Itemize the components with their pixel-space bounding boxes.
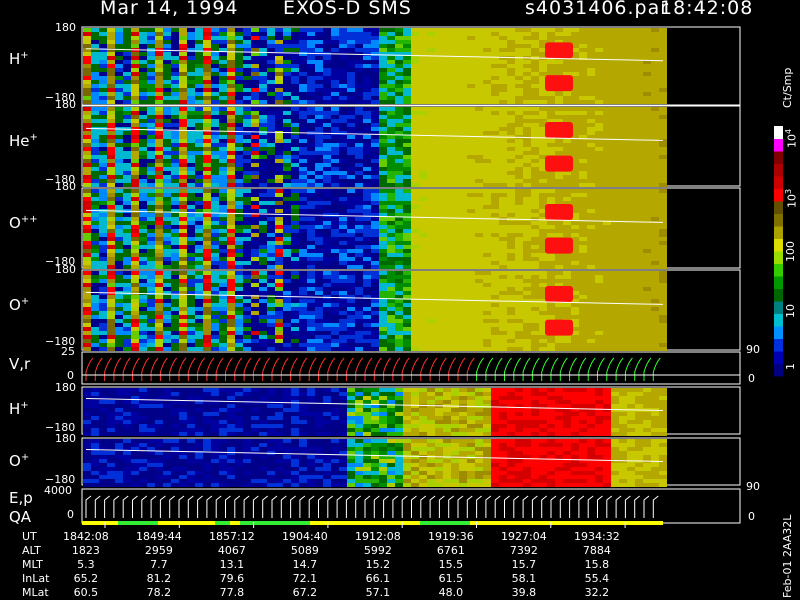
- ytick-h-top: 180: [55, 21, 76, 34]
- colorbar-segment-7: [774, 276, 783, 289]
- ytick-he-top: 180: [55, 98, 76, 111]
- ytick-ep-top: 4000: [44, 484, 72, 497]
- colorbar-unit: Ct/Smp: [781, 67, 794, 108]
- colorbar-segment-5: [774, 301, 783, 314]
- colorbar-label-10: 10: [784, 304, 797, 318]
- qa-strip: [82, 521, 663, 525]
- colorbar-segment-16: [774, 163, 783, 177]
- spectrogram-cells-h-plus: [83, 28, 667, 104]
- spectrogram-cells-o-plus: [83, 271, 667, 351]
- panel-label-h-plus-2: H+: [9, 400, 29, 418]
- ytick-vr-top: 25: [61, 345, 75, 358]
- colorbar-segment-4: [774, 313, 783, 327]
- hot-spot-o-pp-0: [545, 204, 573, 220]
- hot-spot-o-plus-1: [545, 319, 573, 336]
- colorbar-segment-14: [774, 188, 783, 202]
- colorbar-segment-6: [774, 288, 783, 302]
- qa-segment-0: [118, 521, 158, 525]
- colorbar-label-1: 1: [784, 363, 797, 370]
- panel-label-o-pp: O++: [9, 214, 38, 232]
- title-date: Mar 14, 1994: [100, 0, 239, 19]
- colorbar-segment-0: [774, 363, 783, 377]
- table-row: ALT 1823 2959 4067 5089 5992 6761 7392 7884: [22, 544, 611, 557]
- spectrogram-plot: [81, 26, 783, 528]
- colorbar-segment-1: [774, 351, 783, 364]
- panel-label-vr: V,r: [9, 355, 31, 373]
- rtick-vr-top: 90: [746, 343, 760, 356]
- panel-label-ep: E,p: [9, 489, 33, 507]
- ytick-op-top: 180: [55, 263, 76, 276]
- colorbar-segment-15: [774, 176, 783, 189]
- table-row: MLT 5.3 7.7 13.1 14.7 15.2 15.5 15.7 15.8: [22, 558, 610, 571]
- panel-label-o-plus-2: O+: [9, 452, 30, 470]
- ytick-ep-bot: 0: [67, 508, 74, 521]
- colorbar-label-1e4: 104: [784, 128, 799, 148]
- colorbar-segment-13: [774, 201, 783, 214]
- ytick-o2-top: 180: [55, 432, 76, 445]
- hot-spot-o-plus-0: [545, 286, 573, 302]
- table-row: MLat 60.5 78.2 77.8 67.2 57.1 48.0 39.8 32.2: [22, 586, 610, 599]
- colorbar-segment-18: [774, 138, 783, 152]
- colorbar-segment-12: [774, 213, 783, 227]
- title-instrument: EXOS-D SMS: [283, 0, 412, 19]
- table-row: UT 1842:08 1849:44 1857:12 1904:40 1912:08…: [22, 530, 620, 543]
- ytick-h2-top: 180: [55, 381, 76, 394]
- qa-segment-1: [215, 521, 230, 525]
- spectrogram-cells-he-plus: [83, 107, 667, 187]
- hot-spot-h-plus-1: [545, 75, 573, 92]
- hot-spot-he-plus-1: [545, 155, 573, 172]
- colorbar-label-100: 100: [784, 241, 797, 262]
- ytick-opp-top: 180: [55, 180, 76, 193]
- spectrogram-cells-o-pp: [83, 189, 667, 269]
- colorbar-segment-10: [774, 238, 783, 252]
- spectrogram-cells-h-plus-2: [83, 388, 667, 436]
- qa-segment-2: [240, 521, 310, 525]
- rtick-o2-top: 90: [746, 480, 760, 493]
- colorbar-segment-19: [774, 126, 783, 139]
- table-row: InLat 65.2 81.2 79.6 72.1 66.1 61.5 58.1 55.…: [22, 572, 610, 585]
- colorbar-label-1e3: 103: [784, 188, 799, 208]
- footer-side-label: Feb-01 2AA32L: [781, 514, 794, 598]
- rtick-ep-bot: 0: [748, 510, 755, 523]
- orbit-info-table: UT 1842:08 1849:44 1857:12 1904:40 1912:08…: [0, 530, 633, 600]
- spectrogram-cells-o-plus-2: [83, 439, 667, 487]
- panel-label-qa: QA: [9, 508, 32, 526]
- panel-label-o-plus: O+: [9, 296, 30, 314]
- colorbar-segment-9: [774, 251, 783, 264]
- qa-segment-3: [420, 521, 470, 525]
- colorbar-segment-2: [774, 338, 783, 352]
- title-file: s4031406.par: [525, 0, 670, 19]
- panel-label-he-plus: He+: [9, 132, 38, 150]
- hot-spot-o-pp-1: [545, 237, 573, 254]
- colorbar-segment-17: [774, 151, 783, 164]
- colorbar-segment-3: [774, 326, 783, 339]
- colorbar-segment-11: [774, 226, 783, 239]
- colorbar-segment-8: [774, 263, 783, 277]
- panel-label-h-plus: H+: [9, 50, 29, 68]
- title-time: 18:42:08: [660, 0, 754, 19]
- hot-spot-he-plus-0: [545, 122, 573, 138]
- hot-spot-h-plus-0: [545, 42, 573, 59]
- rtick-vr-bot: 0: [748, 372, 755, 385]
